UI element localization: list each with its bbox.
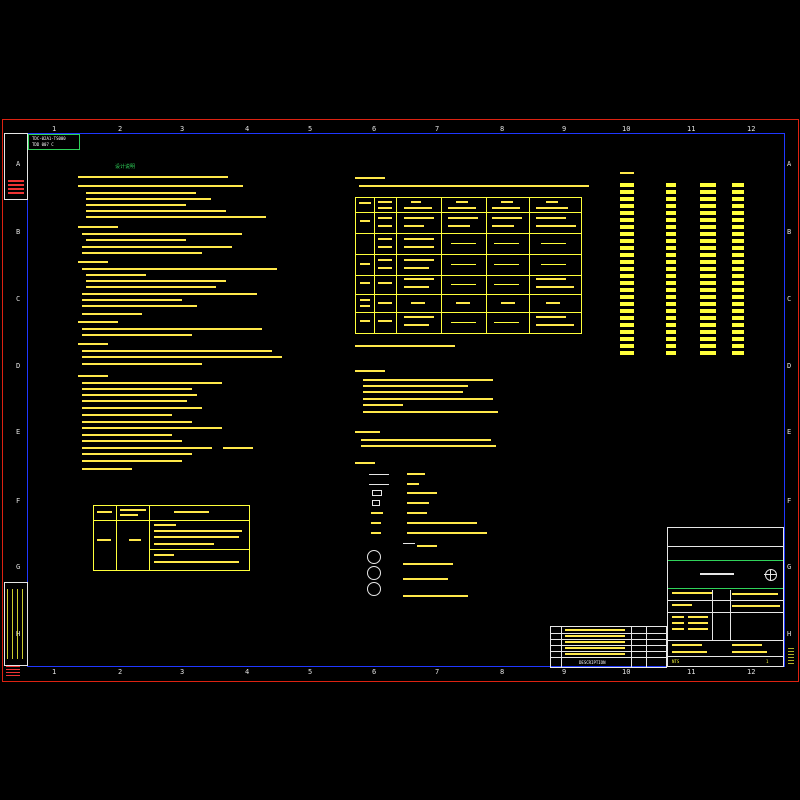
grid-number: 1 (52, 125, 57, 133)
grid-number: 1 (52, 668, 57, 676)
grid-letter: C (16, 295, 21, 303)
description-header: DESCRIPTION (579, 660, 606, 665)
grid-letter: G (16, 563, 21, 571)
middle-notes (355, 345, 595, 455)
lamp-icon (367, 550, 381, 564)
grid-number: 3 (180, 125, 185, 133)
grid-letter: F (16, 497, 21, 505)
grid-number: 5 (308, 125, 313, 133)
grid-letter: D (16, 362, 21, 370)
left-strip-top (4, 133, 28, 200)
grid-number: 2 (118, 668, 123, 676)
title-block: NTS 1 (667, 527, 784, 667)
switch-icon (367, 566, 381, 580)
grid-number: 9 (562, 125, 567, 133)
grid-number: 4 (245, 668, 250, 676)
rev-value: 1 (766, 659, 769, 664)
grid-number: 11 (687, 668, 696, 676)
grid-number: 7 (435, 668, 440, 676)
revision-table: DESCRIPTION (550, 626, 667, 668)
grid-letter: E (16, 428, 21, 436)
grid-number: 12 (747, 125, 756, 133)
scale-value: NTS (672, 659, 680, 664)
abbreviation-list (620, 172, 770, 358)
grid-number: 12 (747, 668, 756, 676)
grid-letter: G (787, 563, 792, 571)
legend-section (355, 462, 555, 607)
grid-letter: H (787, 630, 792, 638)
grid-number: 7 (435, 125, 440, 133)
left-notes-text (78, 176, 282, 496)
grid-number: 6 (372, 668, 377, 676)
grid-number: 10 (622, 125, 631, 133)
left-notes-title: 设计说明 (115, 164, 136, 170)
grid-letter: F (787, 497, 792, 505)
right-edge-mark (788, 648, 794, 666)
middle-notes-header (355, 177, 595, 195)
grid-letter: C (787, 295, 792, 303)
grid-number: 8 (500, 668, 505, 676)
equipment-table (355, 197, 582, 334)
drawing-tag-line2: TDD 007 C (32, 142, 54, 147)
socket-icon (367, 582, 381, 596)
grid-number: 2 (118, 125, 123, 133)
logo-icon (765, 569, 777, 581)
left-red-marks (6, 666, 20, 676)
grid-number: 6 (372, 125, 377, 133)
grid-letter: B (16, 228, 21, 236)
drawing-tag-line1: TDC-02A1-TS000 (32, 136, 66, 141)
grid-number: 8 (500, 125, 505, 133)
grid-number: 11 (687, 125, 696, 133)
grid-letter: D (787, 362, 792, 370)
grid-number: 5 (308, 668, 313, 676)
grid-number: 3 (180, 668, 185, 676)
left-small-table (93, 505, 250, 571)
grid-letter: E (787, 428, 792, 436)
drawing-tag: TDC-02A1-TS000 TDD 007 C (28, 134, 80, 150)
grid-letter: B (787, 228, 792, 236)
grid-number: 10 (622, 668, 631, 676)
grid-number: 4 (245, 125, 250, 133)
grid-number: 9 (562, 668, 567, 676)
left-strip-bottom (4, 582, 28, 666)
grid-letter: A (787, 160, 792, 168)
